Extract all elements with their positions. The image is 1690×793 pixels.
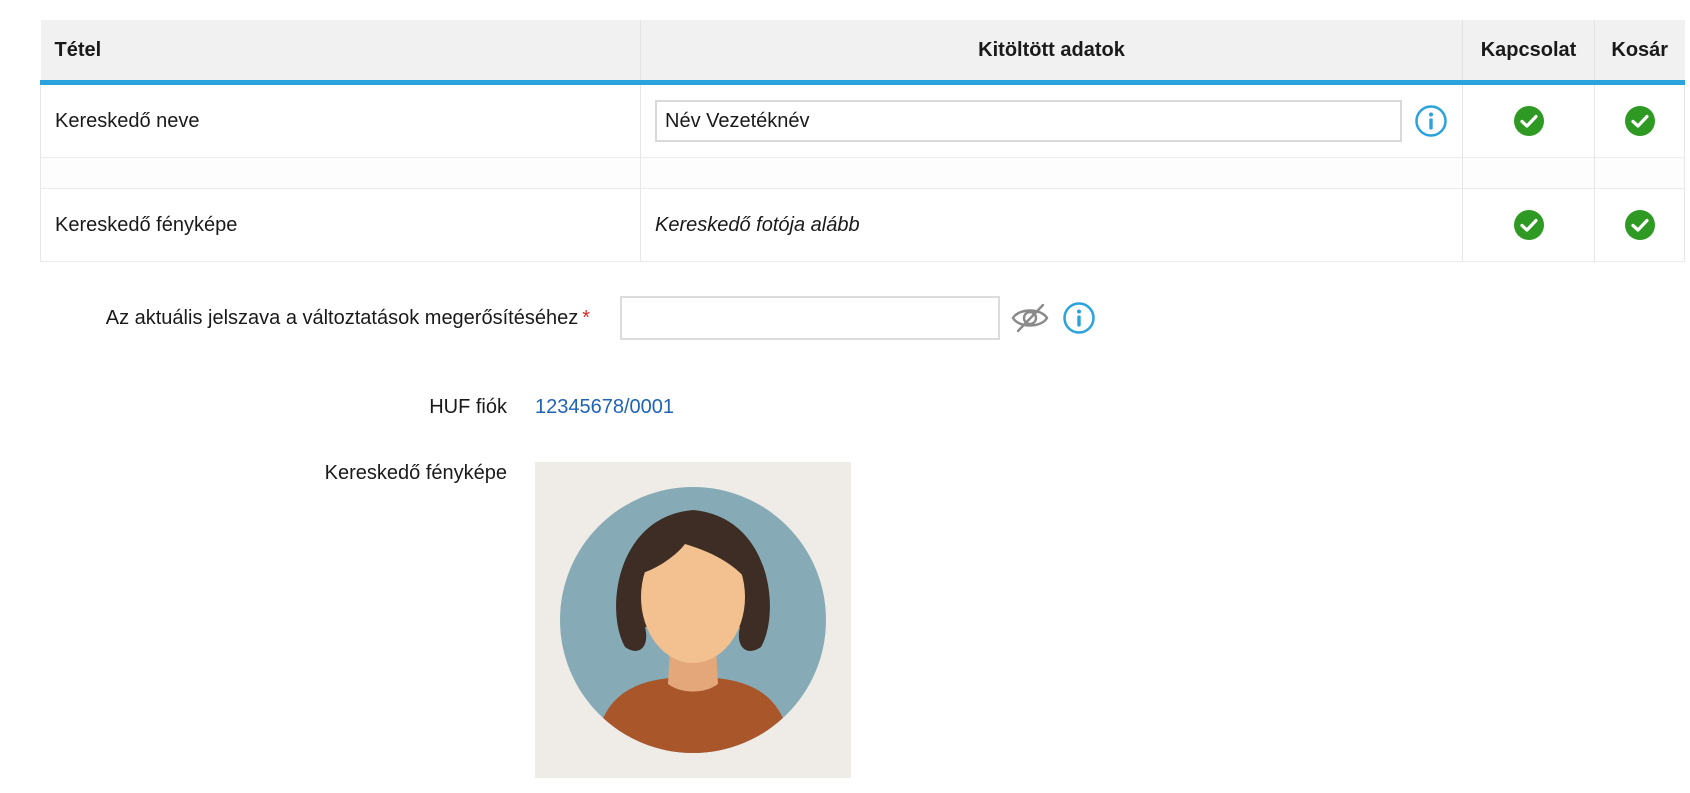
table-header-row: Tétel Kitöltött adatok Kapcsolat Kosár: [40, 20, 1685, 85]
merchant-name-input[interactable]: [655, 100, 1402, 142]
contact-check-icon: [1513, 106, 1544, 136]
info-icon[interactable]: [1414, 104, 1448, 138]
table-row: Kereskedő neve: [40, 82, 1685, 158]
account-row: HUF fiók 12345678/0001: [40, 396, 674, 419]
photo-row: Kereskedő fényképe: [40, 462, 851, 778]
merchant-photo-note: Kereskedő fotója alább: [640, 188, 1463, 262]
password-input[interactable]: [620, 296, 1000, 340]
items-table: Tétel Kitöltött adatok Kapcsolat Kosár K…: [40, 20, 1685, 262]
contact-check-icon: [1513, 210, 1544, 240]
header-contact: Kapcsolat: [1462, 20, 1595, 85]
photo-label: Kereskedő fényképe: [324, 462, 507, 484]
password-label: Az aktuális jelszava a változtatások meg…: [105, 306, 579, 329]
info-icon[interactable]: [1062, 301, 1096, 335]
table-row: Kereskedő fényképe Kereskedő fotója aláb…: [40, 188, 1685, 262]
account-label: HUF fiók: [429, 396, 507, 418]
cart-check-icon: [1624, 210, 1655, 240]
header-item: Tétel: [40, 20, 641, 85]
password-row: Az aktuális jelszava a változtatások meg…: [40, 296, 1096, 340]
cart-check-icon: [1624, 106, 1655, 136]
header-cart: Kosár: [1594, 20, 1685, 85]
row-label-merchant-photo: Kereskedő fényképe: [40, 188, 641, 262]
required-mark: *: [582, 306, 590, 329]
eye-slash-icon[interactable]: [1010, 298, 1050, 338]
header-filled-data: Kitöltött adatok: [640, 20, 1463, 85]
account-number-link[interactable]: 12345678/0001: [535, 396, 674, 419]
table-row-collapsed: [40, 157, 1685, 189]
avatar: [535, 462, 851, 778]
row-label-merchant-name: Kereskedő neve: [40, 82, 641, 158]
